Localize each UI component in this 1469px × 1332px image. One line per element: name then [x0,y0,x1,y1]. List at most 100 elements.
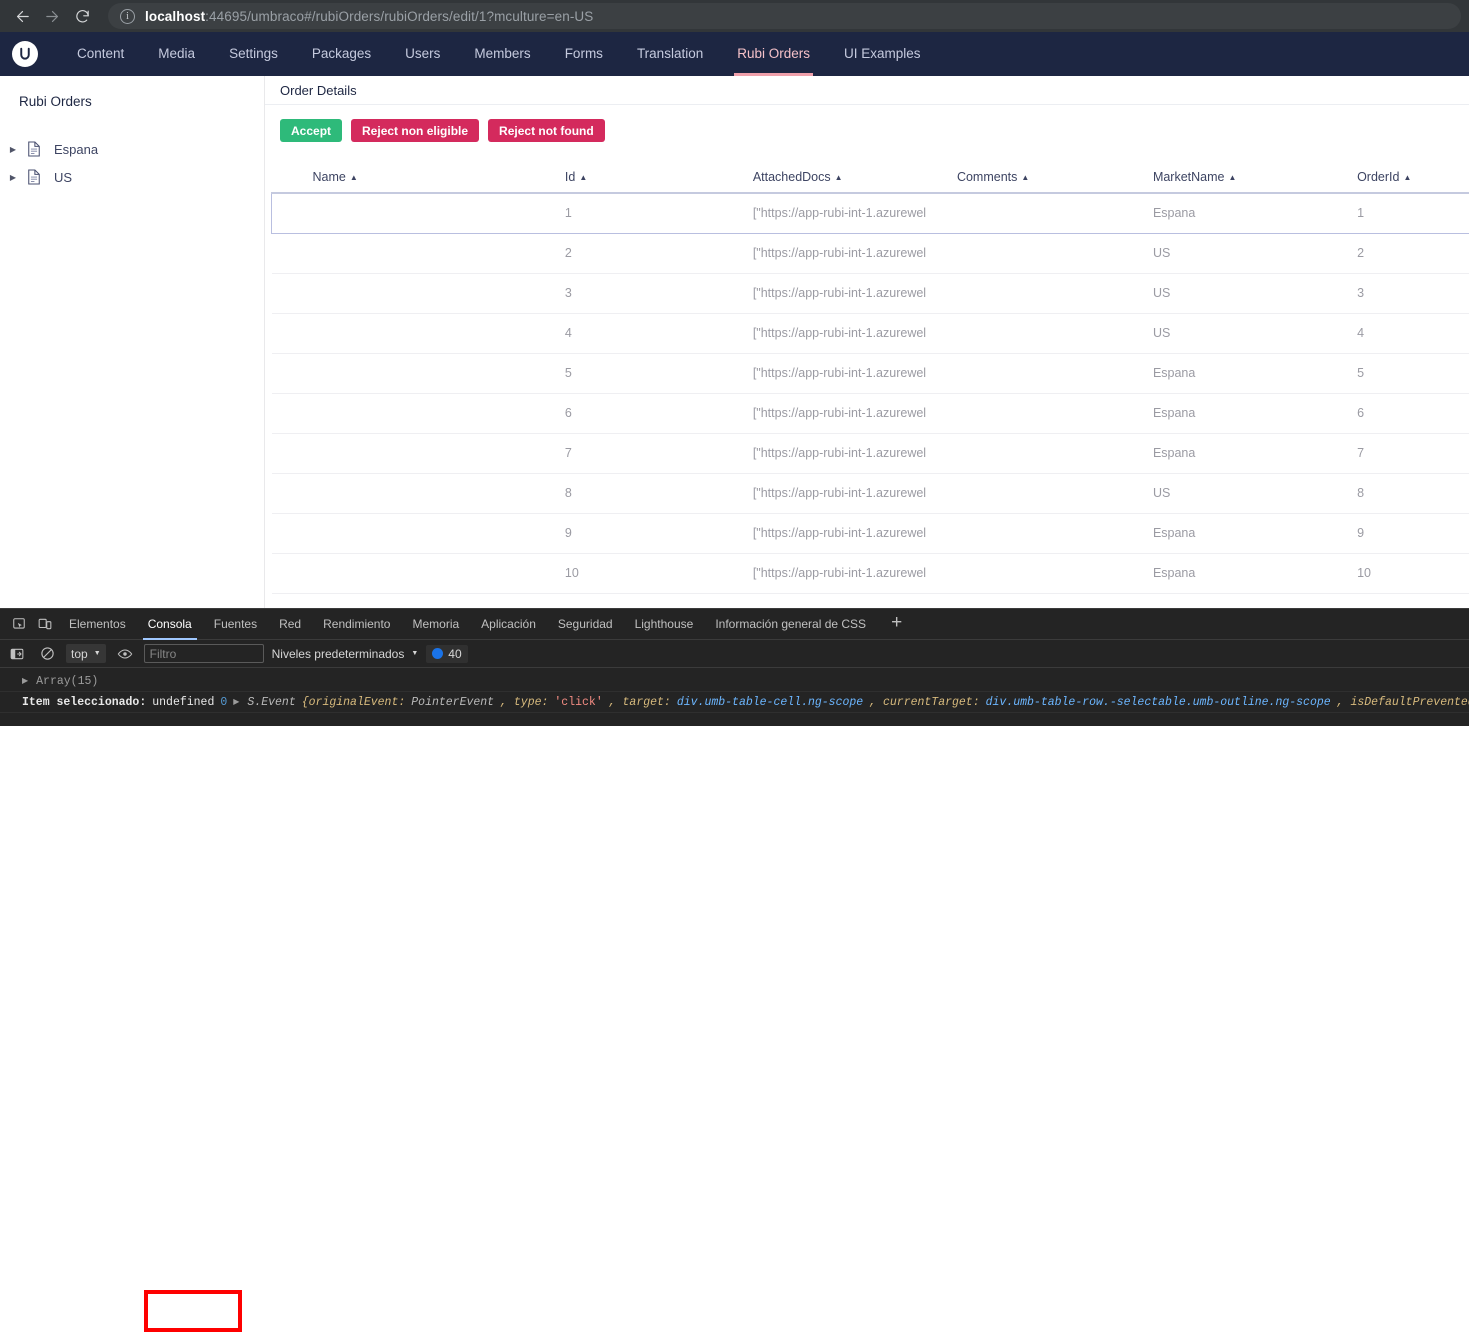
table-cell-orderid[interactable]: 8 [1357,473,1469,513]
column-header-orderid[interactable]: OrderId▲ [1357,167,1469,193]
table-cell-orderid[interactable]: 6 [1357,393,1469,433]
column-header-marketname[interactable]: MarketName▲ [1153,167,1357,193]
table-cell-id[interactable]: 5 [565,353,753,393]
reload-button[interactable] [68,2,96,30]
reject-not-found-button[interactable]: Reject not found [488,119,605,142]
umbraco-logo[interactable] [12,41,38,67]
table-cell-docs[interactable]: ["https://app-rubi-int-1.azurewel [753,313,957,353]
table-cell-docs[interactable]: ["https://app-rubi-int-1.azurewel [753,233,957,273]
table-row[interactable]: 2["https://app-rubi-int-1.azurewelUS2 [272,233,1469,273]
info-count-badge[interactable]: 40 [426,645,467,663]
table-cell-market[interactable]: US [1153,313,1357,353]
table-cell-market[interactable]: US [1153,233,1357,273]
table-row[interactable]: 6["https://app-rubi-int-1.azurewelEspana… [272,393,1469,433]
devtools-tab-aplicación[interactable]: Aplicación [470,609,547,640]
nav-item-media[interactable]: Media [141,32,212,76]
table-cell-market[interactable]: Espana [1153,433,1357,473]
table-cell-docs[interactable]: ["https://app-rubi-int-1.azurewel [753,553,957,593]
table-cell-id[interactable]: 3 [565,273,753,313]
tree-item-espana[interactable]: ▶Espana [0,135,264,163]
column-header-attacheddocs[interactable]: AttachedDocs▲ [753,167,957,193]
table-cell-id[interactable]: 8 [565,473,753,513]
nav-item-forms[interactable]: Forms [548,32,620,76]
table-cell-docs[interactable]: ["https://app-rubi-int-1.azurewel [753,433,957,473]
table-cell-docs[interactable]: ["https://app-rubi-int-1.azurewel [753,393,957,433]
table-cell-orderid[interactable]: 9 [1357,513,1469,553]
table-cell-market[interactable]: Espana [1153,353,1357,393]
reject-non-eligible-button[interactable]: Reject non eligible [351,119,479,142]
orders-table-wrapper[interactable]: Name▲Id▲AttachedDocs▲Comments▲MarketName… [265,167,1469,640]
devtools-tab-fuentes[interactable]: Fuentes [203,609,268,640]
devtools-tab-consola[interactable]: Consola [137,609,203,640]
table-cell-comments[interactable] [957,353,1153,393]
table-row[interactable]: 4["https://app-rubi-int-1.azurewelUS4 [272,313,1469,353]
table-cell-docs[interactable]: ["https://app-rubi-int-1.azurewel [753,353,957,393]
sort-asc-icon[interactable]: ▲ [1403,173,1411,182]
table-cell-comments[interactable] [957,433,1153,473]
table-cell-id[interactable]: 1 [565,193,753,233]
table-cell-comments[interactable] [957,393,1153,433]
table-row[interactable]: 5["https://app-rubi-int-1.azurewelEspana… [272,353,1469,393]
table-cell-name[interactable] [272,233,565,273]
site-info-icon[interactable]: i [120,9,135,24]
table-cell-orderid[interactable]: 3 [1357,273,1469,313]
table-cell-comments[interactable] [957,513,1153,553]
table-cell-id[interactable]: 2 [565,233,753,273]
nav-item-rubi-orders[interactable]: Rubi Orders [720,32,827,76]
table-cell-name[interactable] [272,353,565,393]
console-log-row[interactable]: ▶ Array(15) [0,671,1469,692]
table-cell-name[interactable] [272,473,565,513]
table-cell-comments[interactable] [957,313,1153,353]
caret-right-icon[interactable]: ▶ [6,170,20,184]
back-button[interactable] [8,2,36,30]
table-cell-id[interactable]: 6 [565,393,753,433]
nav-item-users[interactable]: Users [388,32,457,76]
table-cell-market[interactable]: US [1153,473,1357,513]
nav-item-translation[interactable]: Translation [620,32,720,76]
table-cell-orderid[interactable]: 2 [1357,233,1469,273]
devtools-tab-red[interactable]: Red [268,609,312,640]
caret-right-icon[interactable]: ▶ [22,676,28,686]
table-cell-id[interactable]: 9 [565,513,753,553]
devtools-tab-rendimiento[interactable]: Rendimiento [312,609,401,640]
log-levels-selector[interactable]: Niveles predeterminados ▼ [272,647,419,661]
table-row[interactable]: 7["https://app-rubi-int-1.azurewelEspana… [272,433,1469,473]
table-row[interactable]: 9["https://app-rubi-int-1.azurewelEspana… [272,513,1469,553]
column-header-name[interactable]: Name▲ [272,167,565,193]
table-cell-orderid[interactable]: 7 [1357,433,1469,473]
table-row[interactable]: 8["https://app-rubi-int-1.azurewelUS8 [272,473,1469,513]
table-cell-orderid[interactable]: 5 [1357,353,1469,393]
console-event-value-target[interactable]: div.umb-table-cell.ng-scope [677,696,863,709]
table-cell-docs[interactable]: ["https://app-rubi-int-1.azurewel [753,193,957,233]
table-row[interactable]: 1["https://app-rubi-int-1.azurewelEspana… [272,193,1469,233]
tree-item-us[interactable]: ▶US [0,163,264,191]
nav-item-content[interactable]: Content [60,32,141,76]
column-header-id[interactable]: Id▲ [565,167,753,193]
nav-item-ui-examples[interactable]: UI Examples [827,32,938,76]
more-tools-button[interactable]: + [891,613,902,635]
live-expression-button[interactable] [114,643,136,665]
console-filter-input[interactable]: Filtro [144,644,264,663]
forward-button[interactable] [38,2,66,30]
table-cell-docs[interactable]: ["https://app-rubi-int-1.azurewel [753,473,957,513]
table-cell-name[interactable] [272,553,565,593]
sort-asc-icon[interactable]: ▲ [1021,173,1029,182]
table-cell-orderid[interactable]: 10 [1357,553,1469,593]
devtools-tab-seguridad[interactable]: Seguridad [547,609,624,640]
table-cell-comments[interactable] [957,233,1153,273]
sort-asc-icon[interactable]: ▲ [835,173,843,182]
nav-item-members[interactable]: Members [457,32,547,76]
address-bar[interactable]: i localhost:44695/umbraco#/rubiOrders/ru… [108,3,1461,29]
sort-asc-icon[interactable]: ▲ [1228,173,1236,182]
table-cell-docs[interactable]: ["https://app-rubi-int-1.azurewel [753,273,957,313]
clear-console-button[interactable] [36,643,58,665]
table-cell-id[interactable]: 7 [565,433,753,473]
sort-asc-icon[interactable]: ▲ [350,173,358,182]
table-row[interactable]: 3["https://app-rubi-int-1.azurewelUS3 [272,273,1469,313]
accept-button[interactable]: Accept [280,119,342,142]
column-header-comments[interactable]: Comments▲ [957,167,1153,193]
table-cell-market[interactable]: Espana [1153,553,1357,593]
table-cell-comments[interactable] [957,473,1153,513]
table-cell-comments[interactable] [957,553,1153,593]
table-cell-name[interactable] [272,513,565,553]
